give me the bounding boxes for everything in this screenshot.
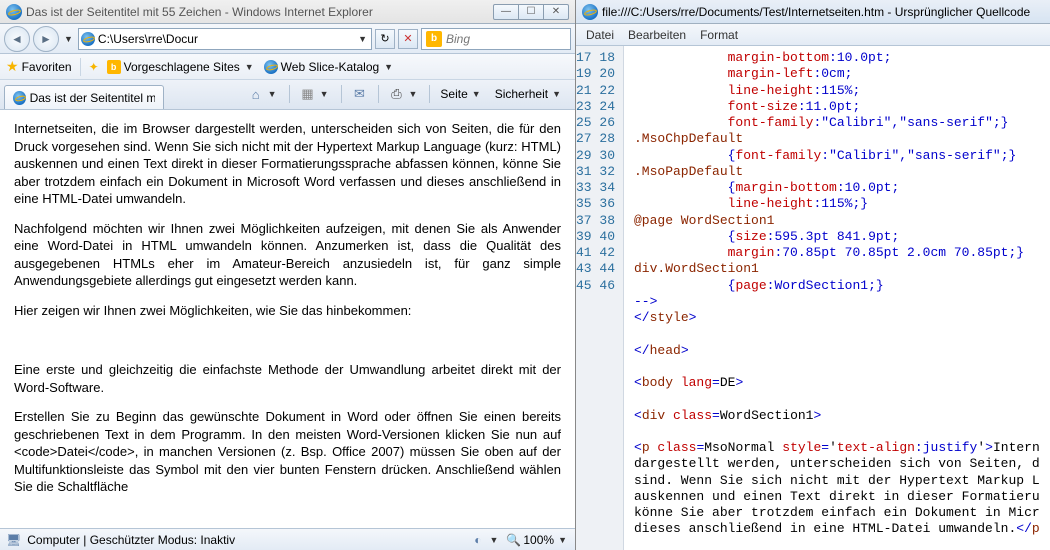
chevron-down-icon: ▼ xyxy=(382,62,395,72)
menu-file[interactable]: Datei xyxy=(586,28,614,42)
read-mail-button[interactable]: ✉ xyxy=(348,84,372,104)
chevron-down-icon: ▼ xyxy=(318,89,331,99)
zoom-icon: 🔍 xyxy=(506,533,521,547)
chevron-down-icon: ▼ xyxy=(550,89,563,99)
history-dropdown-icon[interactable]: ▼ xyxy=(62,34,75,44)
status-text: Computer | Geschützter Modus: Inaktiv xyxy=(27,533,235,547)
home-button[interactable]: ⌂▼ xyxy=(244,84,283,104)
mail-icon: ✉ xyxy=(352,86,368,102)
ie-icon xyxy=(6,4,22,20)
home-icon: ⌂ xyxy=(248,86,264,102)
favorites-label: Favoriten xyxy=(22,60,72,74)
browser-tab[interactable]: Das ist der Seitentitel mi... xyxy=(4,85,164,109)
bing-icon: b xyxy=(426,31,442,47)
page-content: Internetseiten, die im Browser dargestel… xyxy=(0,110,575,528)
chevron-down-icon: ▼ xyxy=(266,89,279,99)
zoom-value: 100% xyxy=(523,533,554,547)
chevron-down-icon: ▼ xyxy=(243,62,256,72)
star-add-icon: ✦ xyxy=(89,60,99,74)
page-icon xyxy=(81,32,95,46)
status-bar: 🖥 Computer | Geschützter Modus: Inaktiv … xyxy=(0,528,575,550)
zoom-control[interactable]: 🔍 100% ▼ xyxy=(506,533,569,547)
back-button[interactable]: ◄ xyxy=(4,26,30,52)
source-titlebar: file:///C:/Users/rre/Documents/Test/Inte… xyxy=(576,0,1050,24)
content-paragraph: Erstellen Sie zu Beginn das gewünschte D… xyxy=(14,408,561,496)
page-menu-label: Seite xyxy=(440,87,467,101)
computer-icon: 🖥 xyxy=(6,533,21,547)
separator xyxy=(289,85,290,103)
page-menu[interactable]: Seite▼ xyxy=(436,85,486,103)
separator xyxy=(429,85,430,103)
address-bar[interactable]: C:\Users\rre\Docur ▼ xyxy=(78,28,372,50)
nav-bar: ◄ ► ▼ C:\Users\rre\Docur ▼ ↻ ✕ b Bing xyxy=(0,24,575,54)
close-button[interactable]: ✕ xyxy=(543,4,569,20)
forward-button[interactable]: ► xyxy=(33,26,59,52)
code-area: 17 18 19 20 21 22 23 24 25 26 27 28 29 3… xyxy=(576,46,1050,550)
chevron-down-icon: ▼ xyxy=(470,89,483,99)
chevron-down-icon[interactable]: ▼ xyxy=(488,535,501,545)
menu-edit[interactable]: Bearbeiten xyxy=(628,28,686,42)
bing-icon: b xyxy=(107,60,121,74)
source-window-title: file:///C:/Users/rre/Documents/Test/Inte… xyxy=(602,5,1030,19)
webslice-label: Web Slice-Katalog xyxy=(281,60,380,74)
stop-button[interactable]: ✕ xyxy=(398,29,418,49)
ie-window: Das ist der Seitentitel mit 55 Zeichen -… xyxy=(0,0,576,550)
source-viewer-window: file:///C:/Users/rre/Documents/Test/Inte… xyxy=(576,0,1050,550)
print-icon: ⎙ xyxy=(389,86,405,102)
ie-icon xyxy=(582,4,598,20)
ie-titlebar: Das ist der Seitentitel mit 55 Zeichen -… xyxy=(0,0,575,24)
window-title: Das ist der Seitentitel mit 55 Zeichen -… xyxy=(26,5,373,19)
tab-command-row: Das ist der Seitentitel mi... ⌂▼ ▦▼ ✉ ⎙▼… xyxy=(0,80,575,110)
address-text: C:\Users\rre\Docur xyxy=(98,32,353,46)
safety-menu[interactable]: Sicherheit▼ xyxy=(491,85,567,103)
content-paragraph: Nachfolgend möchten wir Ihnen zwei Mögli… xyxy=(14,220,561,290)
command-bar: ⌂▼ ▦▼ ✉ ⎙▼ Seite▼ Sicherheit▼ xyxy=(244,79,571,109)
window-controls: — ☐ ✕ xyxy=(494,4,569,20)
menu-format[interactable]: Format xyxy=(700,28,738,42)
tab-label: Das ist der Seitentitel mi... xyxy=(30,91,155,105)
content-paragraph: Hier zeigen wir Ihnen zwei Möglichkeiten… xyxy=(14,302,561,320)
content-paragraph xyxy=(14,331,561,349)
search-box[interactable]: b Bing xyxy=(421,28,571,50)
web-slice-button[interactable]: Web Slice-Katalog ▼ xyxy=(264,60,395,74)
suggested-sites-button[interactable]: b Vorgeschlagene Sites ▼ xyxy=(107,60,256,74)
maximize-button[interactable]: ☐ xyxy=(518,4,544,20)
feeds-button[interactable]: ▦▼ xyxy=(296,84,335,104)
minimize-button[interactable]: — xyxy=(493,4,519,20)
content-paragraph: Eine erste und gleichzeitig die einfachs… xyxy=(14,361,561,396)
content-paragraph: Internetseiten, die im Browser dargestel… xyxy=(14,120,561,208)
menu-bar: Datei Bearbeiten Format xyxy=(576,24,1050,46)
suggested-label: Vorgeschlagene Sites xyxy=(124,60,240,74)
chevron-down-icon: ▼ xyxy=(556,535,569,545)
rss-icon: ▦ xyxy=(300,86,316,102)
search-placeholder: Bing xyxy=(446,32,470,46)
tab-page-icon xyxy=(13,91,26,105)
add-favorite-button[interactable]: ✦ xyxy=(89,60,99,74)
slice-icon xyxy=(264,60,278,74)
print-button[interactable]: ⎙▼ xyxy=(385,84,424,104)
code-content[interactable]: margin-bottom:10.0pt; margin-left:0cm; l… xyxy=(624,46,1050,550)
separator xyxy=(80,58,81,76)
safety-menu-label: Sicherheit xyxy=(495,87,548,101)
chevron-down-icon: ▼ xyxy=(407,89,420,99)
separator xyxy=(378,85,379,103)
favorites-bar: ★ Favoriten ✦ b Vorgeschlagene Sites ▼ W… xyxy=(0,54,575,80)
star-icon: ★ xyxy=(6,58,19,75)
favorites-button[interactable]: ★ Favoriten xyxy=(6,58,72,75)
line-gutter: 17 18 19 20 21 22 23 24 25 26 27 28 29 3… xyxy=(576,46,624,550)
separator xyxy=(341,85,342,103)
address-dropdown-icon[interactable]: ▼ xyxy=(356,34,369,44)
protected-mode-icon[interactable]: ◐ xyxy=(474,533,481,547)
refresh-button[interactable]: ↻ xyxy=(375,29,395,49)
